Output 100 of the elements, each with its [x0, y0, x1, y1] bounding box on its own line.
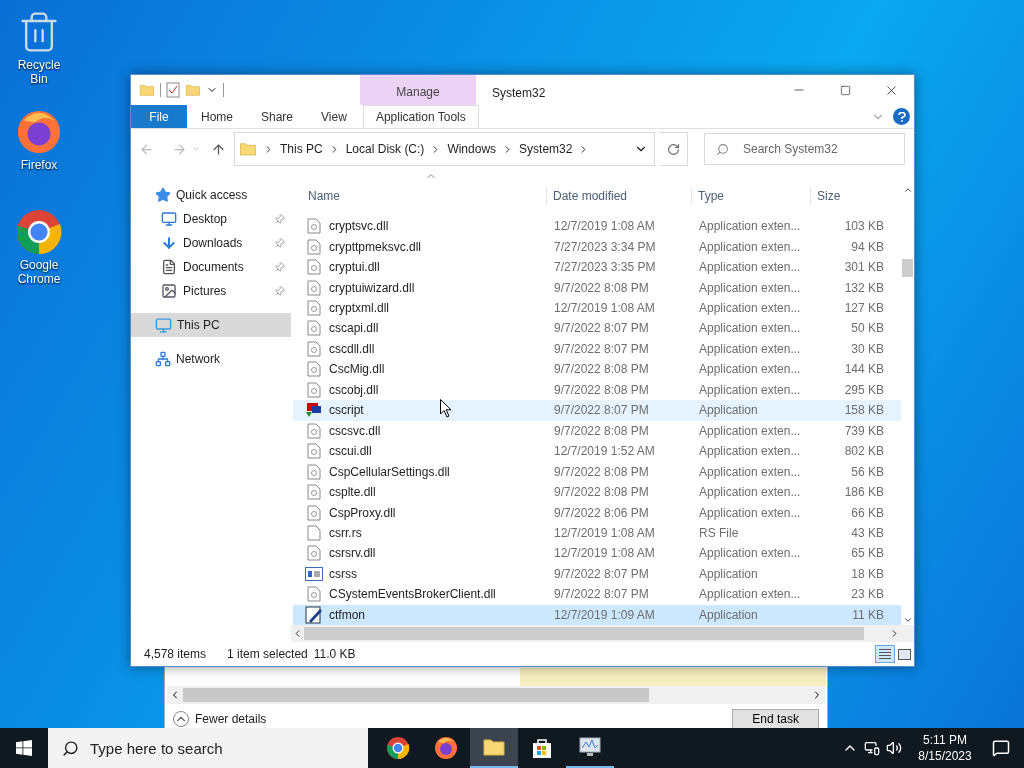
- breadcrumb[interactable]: Local Disk (C:): [345, 140, 425, 158]
- nav-item[interactable]: Documents: [131, 255, 291, 279]
- download-icon: [161, 235, 177, 251]
- dll-file-icon: [307, 320, 321, 337]
- status-selection: 1 item selected: [227, 646, 308, 663]
- desktop-icon-label[interactable]: Google Chrome: [9, 258, 69, 286]
- task-manager-icon: [578, 736, 602, 758]
- up-icon[interactable]: [211, 141, 226, 157]
- notification-icon[interactable]: [992, 739, 1010, 757]
- checklist-icon[interactable]: [166, 82, 180, 98]
- status-item-count: 4,578 items: [144, 646, 207, 663]
- dll-file-icon: [307, 484, 321, 501]
- dll-file-icon: [307, 586, 321, 603]
- details-view-icon[interactable]: [875, 645, 895, 663]
- file-row[interactable]: CSystemEventsBrokerClient.dll 9/7/2022 8:07 PM Application exten... 23 KB: [293, 584, 901, 605]
- file-row[interactable]: csrsrv.dll 12/7/2019 1:08 AM Application exten... 65 KB: [293, 543, 901, 564]
- desktop-icon-label[interactable]: Recycle Bin: [9, 58, 69, 86]
- nav-item[interactable]: Desktop: [131, 207, 291, 231]
- scroll-up-icon[interactable]: [902, 185, 913, 195]
- nav-item[interactable]: Downloads: [131, 231, 291, 255]
- file-row[interactable]: cryptsvc.dll 12/7/2019 1:08 AM Application exten... 103 KB: [293, 216, 901, 237]
- file-row[interactable]: crypttpmeksvc.dll 7/27/2023 3:34 PM Application exten... 94 KB: [293, 236, 901, 257]
- nav-item[interactable]: Pictures: [131, 279, 291, 303]
- scrollbar-thumb[interactable]: [902, 259, 913, 277]
- refresh-icon[interactable]: [666, 142, 680, 156]
- store-icon: [531, 737, 553, 759]
- address-bar[interactable]: This PC Local Disk (C:) Windows System32: [234, 132, 655, 166]
- column-header[interactable]: Size: [810, 187, 884, 205]
- breadcrumb[interactable]: System32: [519, 140, 573, 158]
- dll-file-icon: [307, 443, 321, 460]
- maximize-icon[interactable]: [839, 84, 851, 96]
- file-row[interactable]: csrr.rs 12/7/2019 1:08 AM RS File 43 KB: [293, 522, 901, 544]
- file-row[interactable]: CspCellularSettings.dll 9/7/2022 8:08 PM Application exten... 56 KB: [293, 461, 901, 482]
- scrollbar-thumb[interactable]: [183, 688, 649, 702]
- document-icon: [161, 259, 177, 275]
- desktop-icon: [161, 211, 177, 227]
- ribbon-tab[interactable]: Share: [247, 105, 308, 128]
- ribbon-tab[interactable]: Home: [187, 105, 247, 128]
- scroll-down-icon[interactable]: [902, 615, 913, 625]
- file-row[interactable]: cryptuiwizard.dll 9/7/2022 8:08 PM Application exten... 132 KB: [293, 277, 901, 298]
- dll-file-icon: [307, 238, 321, 255]
- window-icon: [305, 566, 323, 581]
- file-row[interactable]: cscsvc.dll 9/7/2022 8:08 PM Application exten... 739 KB: [293, 420, 901, 441]
- search-field[interactable]: Search System32: [704, 133, 905, 165]
- script-icon: [305, 402, 323, 419]
- end-task-button[interactable]: End task: [732, 709, 819, 729]
- network-icon: [155, 351, 171, 367]
- nav-item[interactable]: Network: [131, 347, 291, 371]
- taskbar-app-button[interactable]: [470, 728, 518, 768]
- ribbon-tab[interactable]: View: [307, 105, 361, 128]
- file-row[interactable]: cscui.dll 12/7/2019 1:52 AM Application exten... 802 KB: [293, 441, 901, 462]
- firefox-icon: [434, 736, 458, 760]
- file-row[interactable]: csplte.dll 9/7/2022 8:08 PM Application exten... 186 KB: [293, 481, 901, 503]
- column-header[interactable]: Name: [291, 187, 546, 205]
- folder-icon: [239, 140, 257, 158]
- dll-file-icon: [307, 340, 321, 357]
- new-folder-icon: [185, 82, 201, 98]
- clock[interactable]: 5:11 PM 8/15/2023: [912, 732, 978, 764]
- folder-icon: [139, 82, 155, 98]
- file-icon: [307, 525, 321, 541]
- help-icon[interactable]: [893, 108, 910, 125]
- horizontal-scrollbar[interactable]: [291, 625, 914, 642]
- search-icon: [62, 740, 79, 757]
- file-row[interactable]: CspProxy.dll 9/7/2022 8:06 PM Application exten... 66 KB: [293, 502, 901, 523]
- dll-file-icon: [307, 504, 321, 521]
- file-row[interactable]: cscobj.dll 9/7/2022 8:08 PM Application exten... 295 KB: [293, 379, 901, 401]
- file-row[interactable]: CscMig.dll 9/7/2022 8:08 PM Application exten... 144 KB: [293, 359, 901, 380]
- column-header[interactable]: Date modified: [546, 187, 691, 205]
- file-row[interactable]: cryptxml.dll 12/7/2019 1:08 AM Application exten... 127 KB: [293, 297, 901, 319]
- taskbar-search-field[interactable]: Type here to search: [48, 728, 368, 768]
- thumbnail-view-icon[interactable]: [898, 648, 911, 660]
- file-row[interactable]: cryptui.dll 7/27/2023 3:35 PM Application exten... 301 KB: [293, 256, 901, 278]
- column-header[interactable]: Type: [691, 187, 810, 205]
- chrome-icon: [386, 736, 410, 760]
- chrome-icon: [15, 208, 63, 256]
- dll-file-icon: [307, 300, 321, 317]
- ribbon-tab[interactable]: File: [131, 105, 187, 128]
- file-row[interactable]: cscapi.dll 9/7/2022 8:07 PM Application exten... 50 KB: [293, 318, 901, 339]
- file-row[interactable]: ctfmon 12/7/2019 1:09 AM Application 11 KB: [293, 604, 901, 626]
- firefox-icon: [16, 109, 62, 155]
- network-status-icon[interactable]: [864, 740, 880, 756]
- file-row[interactable]: csrss 9/7/2022 8:07 PM Application 18 KB: [293, 563, 901, 585]
- file-row[interactable]: cscdll.dll 9/7/2022 8:07 PM Application exten... 30 KB: [293, 338, 901, 360]
- desktop-icon-label[interactable]: Firefox: [9, 158, 69, 172]
- fewer-details-link[interactable]: Fewer details: [195, 710, 267, 728]
- nav-item[interactable]: This PC: [131, 313, 291, 337]
- dll-file-icon: [307, 422, 321, 439]
- status-size: 11.0 KB: [313, 646, 356, 663]
- volume-icon[interactable]: [886, 740, 902, 756]
- breadcrumb[interactable]: Windows: [447, 140, 497, 158]
- contextual-group-label: Manage: [396, 84, 440, 101]
- nav-item[interactable]: Quick access: [131, 183, 291, 207]
- breadcrumb[interactable]: This PC: [280, 140, 323, 158]
- windows-logo-icon[interactable]: [16, 740, 32, 756]
- scrollbar-thumb[interactable]: [304, 627, 864, 640]
- file-row[interactable]: cscript 9/7/2022 8:07 PM Application 158 KB: [293, 400, 901, 421]
- dll-file-icon: [307, 361, 321, 378]
- dll-file-icon: [307, 259, 321, 276]
- refresh-button[interactable]: [659, 132, 688, 166]
- ribbon-tab[interactable]: Application Tools: [362, 105, 479, 128]
